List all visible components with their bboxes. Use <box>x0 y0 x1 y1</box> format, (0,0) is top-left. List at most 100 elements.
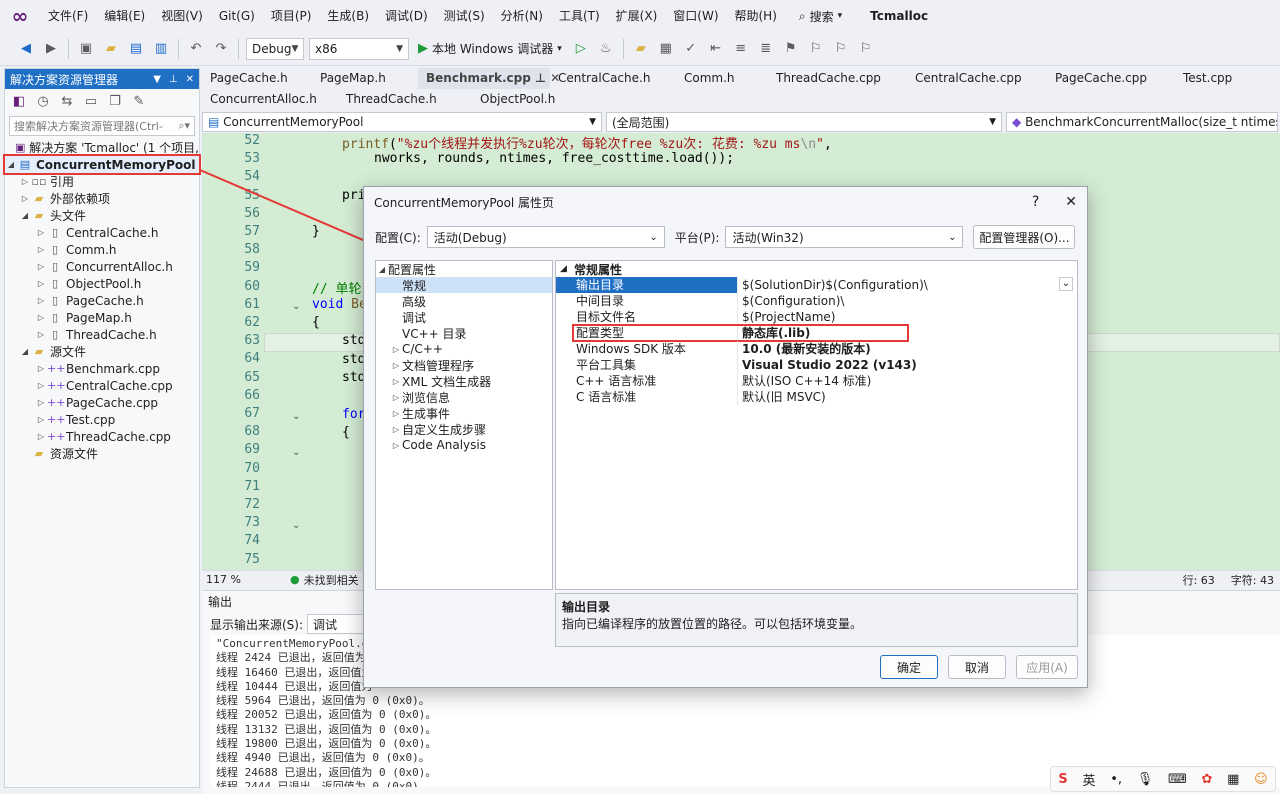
hot-reload-icon[interactable]: ♨ <box>596 39 616 59</box>
cancel-button[interactable]: 取消 <box>948 655 1006 679</box>
zoom-level[interactable]: 117 % <box>202 573 260 586</box>
property-value[interactable]: $(Configuration)\ <box>738 293 1077 309</box>
microphone-icon[interactable]: 🎙 <box>1137 772 1154 787</box>
tab-pagemap-h[interactable]: PageMap.h <box>312 68 418 89</box>
tab-objectpool-h[interactable]: ObjectPool.h <box>472 89 602 110</box>
new-project-icon[interactable]: ▣ <box>76 39 96 59</box>
property-section-header[interactable]: ◢ 常规属性 <box>556 261 1077 277</box>
scope-nav-select[interactable]: (全局范围) ▼ <box>606 112 1002 132</box>
forward-icon[interactable]: ▶ <box>41 39 61 59</box>
chevron-down-icon[interactable]: ⌄ <box>1059 277 1073 291</box>
tree-resources[interactable]: ▰ 资源文件 <box>5 445 199 462</box>
dialog-tree-group[interactable]: ▷ 自定义生成步骤 <box>376 421 552 437</box>
step-icon[interactable]: ⇤ <box>706 39 726 59</box>
menu-item[interactable]: 窗口(W) <box>665 0 726 32</box>
tab-test-cpp[interactable]: Test.cpp <box>1175 68 1241 89</box>
save-all-icon[interactable]: ▥ <box>151 39 171 59</box>
tree-external[interactable]: ▷ ▰ 外部依赖项 <box>5 190 199 207</box>
property-value[interactable]: 10.0 (最新安装的版本) <box>738 341 1077 357</box>
back-icon[interactable]: ◀ <box>16 39 36 59</box>
menu-item[interactable]: 工具(T) <box>551 0 608 32</box>
tree-header-file[interactable]: ▷ ▯ ObjectPool.h <box>5 275 199 292</box>
property-row[interactable]: C 语言标准 默认(旧 MSVC) <box>556 389 1077 405</box>
property-row[interactable]: 目标文件名 $(ProjectName) <box>556 309 1077 325</box>
dialog-tree-group[interactable]: ▷ Code Analysis <box>376 437 552 453</box>
dialog-tree-group[interactable]: ▷ 生成事件 <box>376 405 552 421</box>
close-icon[interactable]: ✕ <box>186 74 194 85</box>
tab-threadcache-cpp[interactable]: ThreadCache.cpp <box>768 68 907 89</box>
dialog-tree-item[interactable]: 高级 <box>376 293 552 309</box>
dialog-platform-select[interactable]: 活动(Win32) ⌄ <box>725 226 964 248</box>
apply-button[interactable]: 应用(A) <box>1016 655 1078 679</box>
vs-icon[interactable]: ◧ <box>9 91 29 111</box>
tree-source-file[interactable]: ▷ ++ ThreadCache.cpp <box>5 428 199 445</box>
menu-item[interactable]: 帮助(H) <box>727 0 785 32</box>
tree-sources[interactable]: ◢ ▰ 源文件 <box>5 343 199 360</box>
fold-icon[interactable]: ⌄ <box>292 411 300 422</box>
punctuation-icon[interactable]: •, <box>1110 772 1122 787</box>
tab-concurrentalloc-h[interactable]: ConcurrentAlloc.h <box>202 89 338 110</box>
pin-icon[interactable]: ⊥ <box>531 71 550 85</box>
tree-source-file[interactable]: ▷ ++ Test.cpp <box>5 411 199 428</box>
config-manager-button[interactable]: 配置管理器(O)... <box>973 225 1076 249</box>
save-icon[interactable]: ▤ <box>126 39 146 59</box>
dialog-tree-item[interactable]: 常规 <box>376 277 552 293</box>
fold-icon[interactable]: ⌄ <box>292 447 300 458</box>
search-box[interactable]: ⌕ 搜索 ▾ <box>799 8 842 25</box>
chevron-down-icon[interactable]: ▼ <box>153 74 161 85</box>
copy-icon[interactable]: ❐ <box>105 91 125 111</box>
tab-centralcache-h[interactable]: CentralCache.h <box>550 68 676 89</box>
menu-item[interactable]: 项目(P) <box>263 0 320 32</box>
tree-source-file[interactable]: ▷ ++ PageCache.cpp <box>5 394 199 411</box>
fold-icon[interactable]: ⌄ <box>292 301 300 312</box>
property-value[interactable]: $(ProjectName) <box>738 309 1077 325</box>
tree-root[interactable]: ◢ 配置属性 <box>376 261 552 277</box>
dialog-config-select[interactable]: 活动(Debug) ⌄ <box>426 226 665 248</box>
property-value[interactable]: 默认(ISO C++14 标准) <box>738 373 1077 389</box>
dialog-tree-group[interactable]: ▷ 文档管理程序 <box>376 357 552 373</box>
help-button[interactable]: ? <box>1032 194 1039 210</box>
tab-benchmark-cpp[interactable]: Benchmark.cpp ⊥ ✕ <box>418 68 560 89</box>
menu-item[interactable]: 测试(S) <box>436 0 493 32</box>
tree-source-file[interactable]: ▷ ++ CentralCache.cpp <box>5 377 199 394</box>
tree-headers[interactable]: ◢ ▰ 头文件 <box>5 207 199 224</box>
undo-icon[interactable]: ↶ <box>186 39 206 59</box>
tree-header-file[interactable]: ▷ ▯ ConcurrentAlloc.h <box>5 258 199 275</box>
spell-check-icon[interactable]: ✓ <box>681 39 701 59</box>
property-row[interactable]: 输出目录 $(SolutionDir)$(Configuration)\ ⌄ <box>556 277 1077 293</box>
start-debug-button[interactable]: ▶ 本地 Windows 调试器 ▾ <box>414 40 566 57</box>
history-icon[interactable]: ◷ <box>33 91 53 111</box>
menu-item[interactable]: 生成(B) <box>319 0 377 32</box>
property-row[interactable]: 平台工具集 Visual Studio 2022 (v143) <box>556 357 1077 373</box>
tree-header-file[interactable]: ▷ ▯ PageMap.h <box>5 309 199 326</box>
close-button[interactable]: ✕ <box>1065 194 1077 210</box>
open-folder-icon[interactable]: ▰ <box>101 39 121 59</box>
tree-header-file[interactable]: ▷ ▯ CentralCache.h <box>5 224 199 241</box>
ok-button[interactable]: 确定 <box>880 655 938 679</box>
ime-language[interactable]: 英 <box>1082 770 1095 789</box>
property-row[interactable]: 中间目录 $(Configuration)\ <box>556 293 1077 309</box>
tree-header-file[interactable]: ▷ ▯ ThreadCache.h <box>5 326 199 343</box>
prev-bookmark-icon[interactable]: ⚐ <box>806 39 826 59</box>
tab-pagecache-h[interactable]: PageCache.h <box>202 68 312 89</box>
menu-item[interactable]: 调试(D) <box>377 0 436 32</box>
tree-source-file[interactable]: ▷ ++ Benchmark.cpp <box>5 360 199 377</box>
menu-item[interactable]: 编辑(E) <box>96 0 153 32</box>
start-without-debug-icon[interactable]: ▷ <box>571 39 591 59</box>
sync-icon[interactable]: ⇆ <box>57 91 77 111</box>
browse-icon[interactable]: ▰ <box>631 39 651 59</box>
redo-icon[interactable]: ↷ <box>211 39 231 59</box>
config-select[interactable]: Debug ▼ <box>246 37 304 60</box>
menu-item[interactable]: 扩展(X) <box>608 0 666 32</box>
dialog-tree-group[interactable]: ▷ C/C++ <box>376 341 552 357</box>
fold-icon[interactable]: ⌄ <box>292 520 300 531</box>
uncomment-icon[interactable]: ≣ <box>756 39 776 59</box>
dialog-tree-group[interactable]: ▷ XML 文档生成器 <box>376 373 552 389</box>
dialog-tree-group[interactable]: ▷ 浏览信息 <box>376 389 552 405</box>
sogou-logo-icon[interactable]: S <box>1058 772 1067 787</box>
property-value[interactable]: $(SolutionDir)$(Configuration)\ <box>738 277 1077 293</box>
tab-threadcache-h[interactable]: ThreadCache.h <box>338 89 472 110</box>
menu-item[interactable]: 视图(V) <box>153 0 211 32</box>
wrench-icon[interactable]: ✎ <box>129 91 149 111</box>
tree-solution[interactable]: ▣ 解决方案 'Tcmalloc' (1 个项目, <box>5 139 199 156</box>
